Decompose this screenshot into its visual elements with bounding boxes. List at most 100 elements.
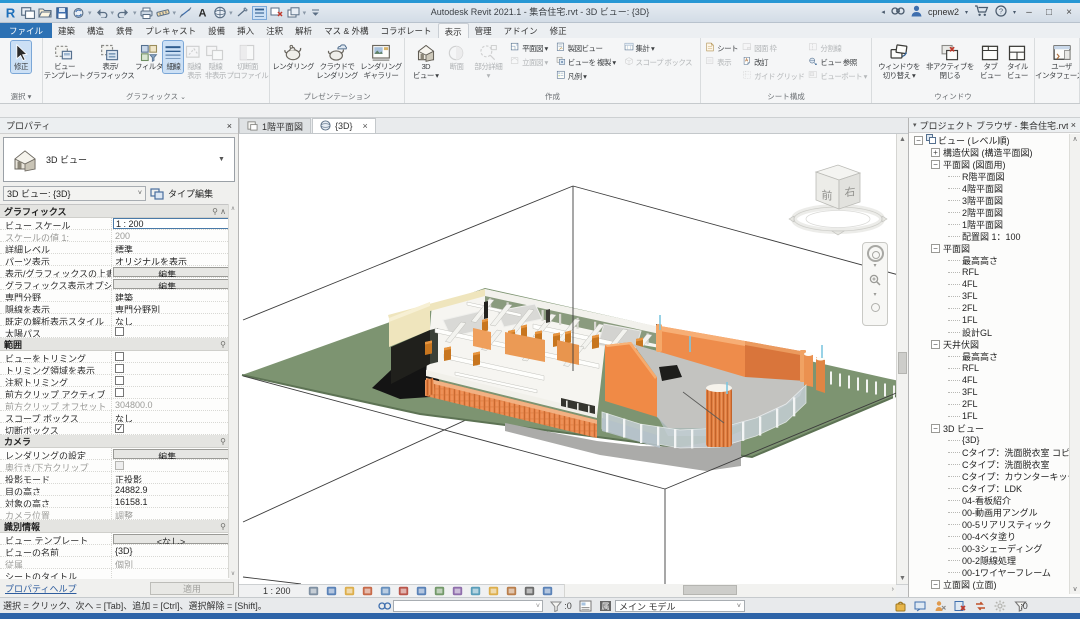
ribbon-button[interactable]: 非アクティブを 閉じる <box>926 41 974 81</box>
scroll-right-icon[interactable]: › <box>892 586 894 593</box>
ribbon-button[interactable]: 隠線 表示 <box>184 41 204 81</box>
view-scale-button[interactable]: 1 : 200 <box>263 586 291 596</box>
ribbon-button[interactable]: 集計 ▾ <box>624 41 692 55</box>
maximize-button[interactable]: □ <box>1042 7 1056 18</box>
view-tab-0[interactable]: 1階平面図 <box>239 118 311 133</box>
tree-item[interactable]: 3FL <box>910 290 1069 302</box>
visual-style-icon[interactable] <box>325 586 339 597</box>
tree-item[interactable]: 配置図 1：100 <box>910 230 1069 242</box>
browser-pin-icon[interactable]: ▾ <box>913 121 917 129</box>
property-checkbox[interactable] <box>115 461 124 470</box>
status-search-arrow-icon[interactable]: ˅ <box>536 603 540 610</box>
ribbon-tab-5[interactable]: 設備 <box>202 23 231 38</box>
tree-item[interactable]: −平面図 (図面用) <box>910 158 1069 170</box>
ribbon-tab-14[interactable]: 修正 <box>544 23 573 38</box>
ribbon-button[interactable]: レンダリング <box>272 41 314 73</box>
ribbon-button[interactable]: ウィンドウを 切り替え ▾ <box>878 41 920 81</box>
ribbon-button[interactable]: フィルタ <box>135 41 163 73</box>
ribbon-button[interactable]: クラウドで レンダリング <box>316 41 358 81</box>
property-value[interactable]: なし <box>115 317 133 325</box>
ribbon-button[interactable]: シート <box>705 41 738 55</box>
property-section-1[interactable]: 範囲 ⚲ <box>0 338 230 351</box>
ribbon-tab-3[interactable]: 鉄骨 <box>110 23 139 38</box>
worksets-dialog-icon[interactable] <box>578 600 592 612</box>
active-model-combo[interactable]: メイン モデル ˅ <box>615 600 745 612</box>
property-value[interactable]: 調整 <box>115 511 133 519</box>
property-value[interactable]: オリジナルを表示 <box>115 257 187 265</box>
horizontal-scrollbar[interactable]: › <box>564 584 896 597</box>
ribbon-button[interactable]: 立面図 ▾ <box>510 55 548 69</box>
vertical-scrollbar[interactable]: ▲ ▼ <box>896 134 908 584</box>
apply-button[interactable]: 適用 <box>150 582 234 595</box>
type-selector-dropdown-icon[interactable]: ▼ <box>218 156 234 163</box>
model-canvas[interactable]: 前 右 ▾ ▾ <box>239 134 896 584</box>
browser-close-icon[interactable]: × <box>1071 120 1076 130</box>
search-collapse-icon[interactable]: ◂ <box>881 8 885 16</box>
tree-item[interactable]: 2階平面図 <box>910 206 1069 218</box>
ribbon-tab-6[interactable]: 挿入 <box>231 23 260 38</box>
property-value[interactable]: 24882.9 <box>115 485 148 495</box>
temporary-hide-icon[interactable] <box>451 586 465 597</box>
view-tab-1[interactable]: {3D} × <box>312 118 376 133</box>
tree-item[interactable]: 00-5リアリスティック <box>910 518 1069 530</box>
scroll-up-icon[interactable]: ▲ <box>897 136 908 143</box>
ribbon-button[interactable]: レンダリング ギャラリー <box>360 41 402 81</box>
tree-item[interactable]: 4階平面図 <box>910 182 1069 194</box>
tree-collapse-icon[interactable]: − <box>914 136 923 145</box>
borrowers-icon[interactable] <box>933 600 947 612</box>
tree-item[interactable]: 最高高さ <box>910 350 1069 362</box>
user-icon[interactable] <box>911 5 922 19</box>
properties-help-link[interactable]: プロパティヘルプ <box>5 582 76 595</box>
tree-item[interactable]: 00-4ベタ塗り <box>910 530 1069 542</box>
tree-item[interactable]: 設計GL <box>910 326 1069 338</box>
ribbon-button[interactable]: ビューポート ▾ <box>808 69 866 83</box>
horizontal-scroll-thumb[interactable] <box>683 585 737 595</box>
property-edit-button[interactable]: 編集... <box>113 267 229 277</box>
properties-scrollbar[interactable]: ∧∨ <box>228 204 237 578</box>
tree-item[interactable]: 2FL <box>910 302 1069 314</box>
tree-item[interactable]: 最高高さ <box>910 254 1069 266</box>
ribbon-tab-9[interactable]: マス & 外構 <box>318 23 374 38</box>
property-value[interactable]: 建築 <box>115 293 133 301</box>
ribbon-button[interactable]: 細線 <box>163 41 183 73</box>
settings-icon[interactable] <box>993 600 1007 612</box>
instance-combo[interactable]: 3D ビュー: {3D} ˅ <box>3 186 146 201</box>
tree-item[interactable]: 2FL <box>910 398 1069 410</box>
ribbon-button[interactable]: 表示 <box>705 55 738 69</box>
navbar-bottom-icon[interactable] <box>871 303 880 312</box>
ribbon-button[interactable]: タブ ビュー <box>980 41 1001 81</box>
ribbon-button[interactable]: ビュー 参照 <box>808 55 866 69</box>
ribbon-tab-10[interactable]: コラボレート <box>375 23 438 38</box>
tree-item[interactable]: −3D ビュー <box>910 422 1069 434</box>
shadows-icon[interactable] <box>361 586 375 597</box>
property-value[interactable]: 16158.1 <box>115 497 148 507</box>
tree-item[interactable]: 00-動画用アングル <box>910 506 1069 518</box>
tree-item[interactable]: −平面図 <box>910 242 1069 254</box>
property-checkbox[interactable] <box>115 376 124 385</box>
ribbon-button[interactable]: 切断面 プロファイル <box>227 41 269 81</box>
property-section-0[interactable]: グラフィックス ⚲ ∧ <box>0 205 230 218</box>
tree-item[interactable]: 3FL <box>910 386 1069 398</box>
tree-item[interactable]: Cタイプ：洗面脱衣室 コピー 1 <box>910 446 1069 458</box>
worksets-icon[interactable] <box>893 600 907 612</box>
property-section-3[interactable]: 識別情報 ⚲ <box>0 520 230 533</box>
ribbon-button[interactable]: ビュー テンプレート <box>44 41 85 81</box>
ribbon-button[interactable]: 図面 枠 <box>742 41 804 55</box>
tree-item[interactable]: 4FL <box>910 374 1069 386</box>
ribbon-button[interactable]: 部分詳細 ▾ <box>474 41 502 81</box>
tree-item[interactable]: Cタイプ：洗面脱衣室 <box>910 458 1069 470</box>
show-rendering-icon[interactable] <box>379 586 393 597</box>
highlight-sets-icon[interactable] <box>523 586 537 597</box>
ribbon-button[interactable]: 改訂 <box>742 55 804 69</box>
ribbon-tab-1[interactable]: 建築 <box>52 23 81 38</box>
wheel-dropdown-icon[interactable]: ▾ <box>873 262 876 270</box>
tree-item[interactable]: 1階平面図 <box>910 218 1069 230</box>
close-button[interactable]: × <box>1062 7 1076 18</box>
property-checkbox[interactable] <box>115 364 124 373</box>
signed-in-user[interactable]: cpnew2 <box>928 7 959 17</box>
tree-item[interactable]: −天井伏図 <box>910 338 1069 350</box>
tree-collapse-icon[interactable]: − <box>931 424 940 433</box>
analytical-icon[interactable] <box>505 586 519 597</box>
ribbon-button[interactable]: 隠線 非表示 <box>205 41 226 81</box>
property-checkbox[interactable] <box>115 352 124 361</box>
